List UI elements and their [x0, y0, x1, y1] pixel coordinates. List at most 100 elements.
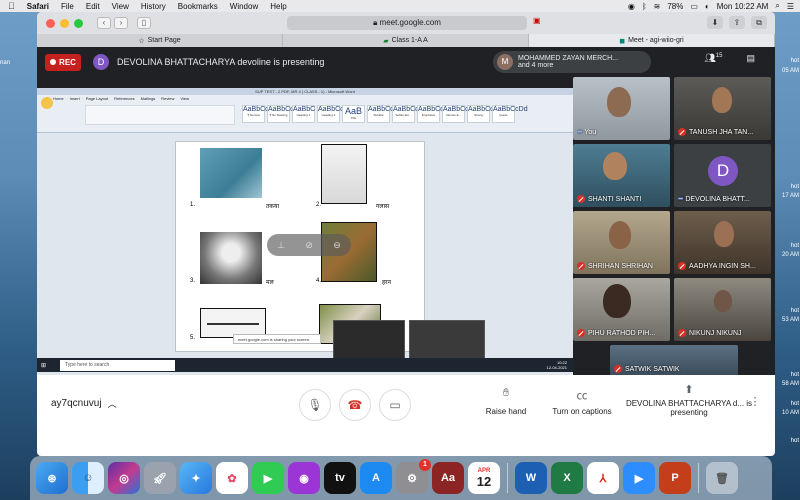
- back-button[interactable]: ‹: [97, 17, 111, 29]
- remove-icon[interactable]: ⊖: [333, 240, 341, 251]
- tab-meet[interactable]: ◼ Meet - agi-wiio-gri: [529, 34, 775, 47]
- app-store-dock-icon[interactable]: A: [360, 462, 392, 494]
- participant-tile[interactable]: AADHYA INGIN SH...: [674, 211, 771, 274]
- settings-dock-icon[interactable]: ⚙ 1: [396, 459, 431, 494]
- finder-dock-icon[interactable]: ☺: [72, 462, 104, 494]
- pin-icon[interactable]: ⊥: [277, 240, 285, 251]
- tab-start-page[interactable]: ☆ Start Page: [37, 34, 283, 47]
- participant-tile[interactable]: SHRIHAN SHRIHAN: [573, 211, 670, 274]
- chat-icon[interactable]: ▤: [746, 53, 755, 64]
- excel-dock-icon[interactable]: X: [551, 462, 583, 494]
- zoom-window-button[interactable]: [74, 18, 83, 28]
- participant-tile[interactable]: SHANTI SHANTI: [573, 144, 670, 207]
- people-icon[interactable]: 👥︎15: [704, 53, 722, 64]
- style-heading-1[interactable]: AaBbC Heading 1: [292, 105, 315, 123]
- podcasts-dock-icon[interactable]: ◉: [288, 462, 320, 494]
- word-dock-icon[interactable]: W: [515, 462, 547, 494]
- style-strong[interactable]: AaBbCcDd Strong: [467, 105, 503, 123]
- apple-menu-icon[interactable]: : [0, 1, 21, 11]
- style-normal[interactable]: AaBbCcDd ¶ Normal: [242, 105, 278, 123]
- style-subtitle[interactable]: AaBbCc Subtitle: [367, 105, 394, 123]
- siri-dock-icon[interactable]: ◎: [108, 462, 140, 494]
- ribbon-tab-insert[interactable]: Insert: [70, 96, 80, 101]
- dictionary-dock-icon[interactable]: Aa: [432, 462, 464, 494]
- screen-record-icon[interactable]: ◉: [628, 2, 635, 11]
- user-icon[interactable]: ◐: [705, 2, 710, 11]
- launchpad-dock-icon[interactable]: 🚀︎: [144, 462, 176, 494]
- captions-button[interactable]: Turn on captions: [542, 407, 622, 416]
- battery-icon[interactable]: ▭: [690, 2, 698, 11]
- menu-view[interactable]: View: [106, 2, 135, 11]
- trash-dock-icon[interactable]: 🗑︎: [706, 462, 738, 494]
- ribbon-tab-mailings[interactable]: Mailings: [141, 96, 156, 101]
- sidebar-toggle-icon[interactable]: ▯: [137, 17, 151, 29]
- style-title[interactable]: AaB Title: [342, 105, 365, 123]
- ribbon-tab-references[interactable]: References: [114, 96, 134, 101]
- other-presenters-pill[interactable]: M MOHAMMED ZAYAN MERCH... and 4 more: [493, 51, 651, 73]
- close-window-button[interactable]: [46, 18, 55, 28]
- facetime-dock-icon[interactable]: ▶: [252, 462, 284, 494]
- meeting-details-button[interactable]: ay7qcnuvuj ︿: [51, 397, 117, 410]
- search-icon[interactable]: ⌕: [775, 1, 779, 11]
- participant-tile[interactable]: TANUSH JHA TAN...: [674, 77, 771, 140]
- microphone-button[interactable]: 🎙︎: [299, 389, 331, 421]
- raise-hand-button[interactable]: Raise hand: [471, 407, 541, 416]
- tab-overview-icon[interactable]: ⧉: [751, 16, 767, 29]
- participant-tile[interactable]: SATWIK SATWIK: [610, 345, 738, 377]
- participant-tile[interactable]: D ••• DEVOLINA BHATT...: [674, 144, 771, 207]
- camera-in-use-icon[interactable]: ▣: [533, 16, 541, 25]
- ribbon-tab-review[interactable]: Review: [161, 96, 174, 101]
- ribbon-tab-home[interactable]: Home: [53, 96, 64, 101]
- recording-badge[interactable]: REC: [45, 53, 81, 71]
- zoom-dock-icon[interactable]: ▶: [623, 462, 655, 494]
- minimize-window-button[interactable]: [60, 18, 69, 28]
- menu-history[interactable]: History: [135, 2, 172, 11]
- office-button-icon[interactable]: [41, 97, 53, 109]
- ribbon-tab-page-layout[interactable]: Page Layout: [86, 96, 108, 101]
- style-subtle-emphasis[interactable]: AaBbCcDd Subtle Em...: [392, 105, 428, 123]
- style-no-spacing[interactable]: AaBbCcDd ¶ No Spacing: [267, 105, 303, 123]
- ribbon-tab-view[interactable]: View: [180, 96, 189, 101]
- sharing-thumbnail-preview[interactable]: [409, 320, 485, 360]
- style-emphasis[interactable]: AaBbCcDd Emphasis: [417, 105, 453, 123]
- raise-hand-icon[interactable]: ✋︎: [491, 387, 521, 400]
- menu-help[interactable]: Help: [264, 2, 292, 11]
- windows-start-icon[interactable]: ⊞: [41, 362, 46, 369]
- style-quote[interactable]: AaBbCcDd Quote: [492, 105, 528, 123]
- captions-icon[interactable]: ㏄: [567, 387, 597, 403]
- participant-tile[interactable]: ••• You: [573, 77, 670, 140]
- menu-file[interactable]: File: [55, 2, 80, 11]
- camera-button[interactable]: ▭: [379, 389, 411, 421]
- meet-thumbnail-preview[interactable]: [333, 320, 405, 360]
- wifi-icon[interactable]: ≋: [654, 2, 661, 11]
- share-icon[interactable]: ⇪: [729, 16, 745, 29]
- powerpoint-dock-icon[interactable]: P: [659, 462, 691, 494]
- participant-tile[interactable]: PIHU RATHOD PIH...: [573, 278, 670, 341]
- acrobat-dock-icon[interactable]: ⅄: [587, 462, 619, 494]
- taskbar-search[interactable]: Type here to search: [60, 359, 176, 371]
- tab-class[interactable]: ▰ Class 1-A A: [283, 34, 529, 47]
- menu-edit[interactable]: Edit: [80, 2, 106, 11]
- menu-window[interactable]: Window: [224, 2, 264, 11]
- present-icon[interactable]: ⬆︎: [674, 383, 704, 396]
- photos-dock-icon[interactable]: ✿: [216, 462, 248, 494]
- participant-tile[interactable]: NIKUNJ NIKUNJ: [674, 278, 771, 341]
- bluetooth-icon[interactable]: ᛒ: [642, 2, 647, 11]
- leave-call-button[interactable]: ☎︎: [339, 389, 371, 421]
- downloads-icon[interactable]: ⬇: [707, 16, 723, 29]
- style-heading-2[interactable]: AaBbCc Heading 2: [317, 105, 344, 123]
- menu-bookmarks[interactable]: Bookmarks: [172, 2, 224, 11]
- safari-dock-icon[interactable]: ⊛: [36, 462, 68, 494]
- menu-app-name[interactable]: Safari: [21, 2, 55, 11]
- mute-mic-icon[interactable]: ⊘: [305, 240, 313, 251]
- style-intense-emphasis[interactable]: AaBbCcDd Intense E...: [442, 105, 478, 123]
- address-bar[interactable]: 🔒︎ meet.google.com: [287, 16, 527, 30]
- safari-compass-icon[interactable]: ✦: [180, 462, 212, 494]
- clock[interactable]: Mon 10:22 AM: [717, 2, 769, 11]
- control-center-icon[interactable]: ☰: [787, 2, 794, 11]
- calendar-dock-icon[interactable]: APR 12: [468, 462, 500, 494]
- forward-button[interactable]: ›: [114, 17, 128, 29]
- apple-tv-dock-icon[interactable]: tv: [324, 462, 356, 494]
- more-options-icon[interactable]: ⋮: [749, 395, 761, 408]
- presenting-status[interactable]: DEVOLINA BHATTACHARYA d... is presenting: [624, 399, 754, 417]
